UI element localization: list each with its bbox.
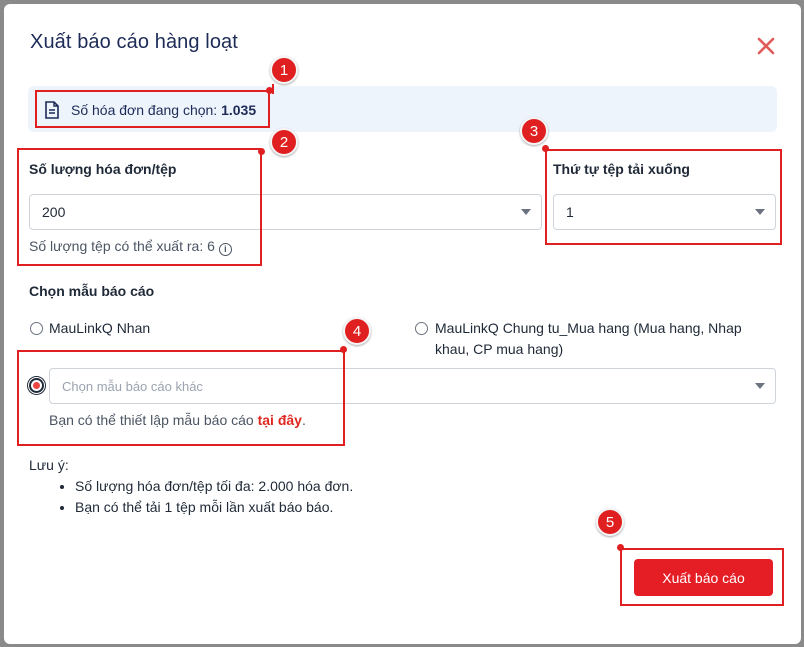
template-option-2-radio[interactable] <box>415 322 428 335</box>
callout-badge-4: 4 <box>343 317 371 345</box>
chevron-down-icon <box>521 209 531 215</box>
template-option-1-label[interactable]: MauLinkQ Nhan <box>49 318 150 339</box>
note-item: Số lượng hóa đơn/tệp tối đa: 2.000 hóa đ… <box>75 476 629 497</box>
close-icon[interactable] <box>756 36 776 56</box>
chevron-down-icon <box>755 383 765 389</box>
template-option-1-radio[interactable] <box>30 322 43 335</box>
callout-dot-1 <box>266 87 273 94</box>
template-option-2-label[interactable]: MauLinkQ Chung tu_Mua hang (Mua hang, Nh… <box>435 318 775 360</box>
notes-list: Số lượng hóa đơn/tệp tối đa: 2.000 hóa đ… <box>75 476 629 518</box>
callout-dot-4 <box>340 346 347 353</box>
callout-box-1 <box>35 90 270 128</box>
template-section-label: Chọn mẫu báo cáo <box>29 283 155 299</box>
note-item: Bạn có thể tải 1 tệp mỗi lần xuất báo bá… <box>75 497 629 518</box>
notes-heading: Lưu ý: <box>29 457 69 473</box>
callout-dot-2 <box>258 148 265 155</box>
dialog-title: Xuất báo cáo hàng loạt <box>30 31 238 53</box>
callout-badge-5: 5 <box>596 508 624 536</box>
callout-badge-2: 2 <box>270 128 298 156</box>
callout-dot-3 <box>542 145 549 152</box>
notes-section: Lưu ý: Số lượng hóa đơn/tệp tối đa: 2.00… <box>29 455 629 518</box>
callout-box-2 <box>17 148 262 266</box>
callout-badge-1: 1 <box>270 56 298 84</box>
callout-badge-3: 3 <box>520 117 548 145</box>
callout-box-4 <box>17 350 345 446</box>
callout-box-3 <box>545 149 782 245</box>
callout-dot-5 <box>617 544 624 551</box>
callout-box-5 <box>620 548 784 606</box>
